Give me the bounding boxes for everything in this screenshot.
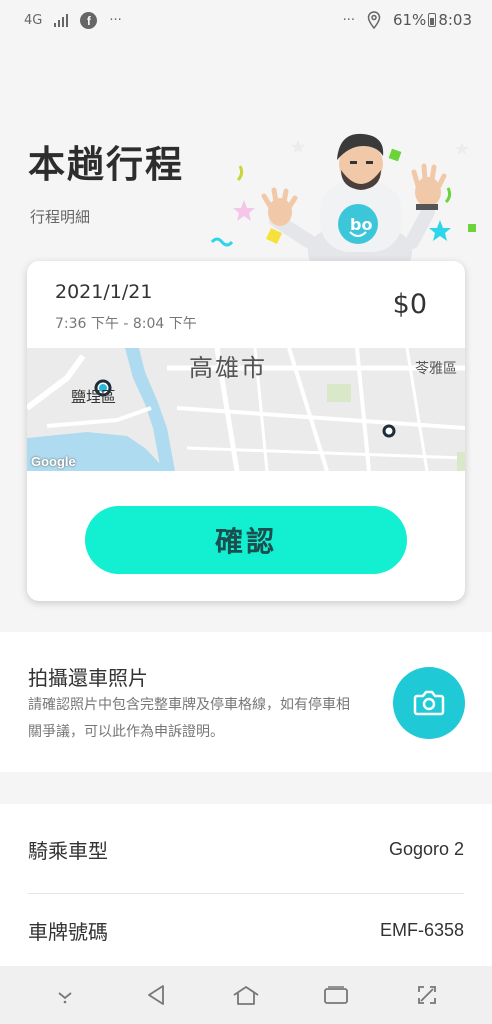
network-type: 4G: [24, 12, 43, 28]
trip-price: $0: [392, 289, 427, 320]
map-district-label: 苓雅區: [415, 361, 457, 377]
recents-icon: [324, 986, 349, 1004]
route-map[interactable]: 高雄市 苓雅區 鹽埕區 Google: [27, 348, 465, 471]
nav-recents-button[interactable]: [316, 975, 356, 1015]
system-nav-bar: [0, 966, 492, 1024]
trip-time-range: 7:36 下午 - 8:04 下午: [55, 316, 197, 332]
trip-date: 2021/1/21: [55, 281, 153, 303]
nav-rotate-button[interactable]: [407, 975, 447, 1015]
expand-icon: [417, 986, 436, 1004]
page-subtitle: 行程明細: [30, 208, 91, 226]
location-icon: [367, 11, 381, 29]
detail-label: 車牌號碼: [28, 919, 108, 944]
chevron-down-icon: [58, 992, 72, 1004]
detail-value: Gogoro 2: [388, 839, 464, 859]
return-photo-section: 拍攝還車照片 請確認照片中包含完整車牌及停車格線，如有停車相關爭議，可以此作為申…: [0, 632, 492, 772]
status-right: ··· 61% 8:03: [343, 11, 472, 29]
battery-icon: [428, 13, 437, 27]
camera-button[interactable]: [393, 667, 465, 739]
camera-icon: [413, 690, 445, 716]
map-city-label: 高雄市: [189, 354, 267, 382]
svg-text:bo: bo: [350, 215, 372, 234]
return-photo-title: 拍攝還車照片: [28, 666, 148, 690]
nav-back-button[interactable]: [136, 975, 176, 1015]
battery-group: 61% 8:03: [393, 11, 472, 29]
trip-card: 2021/1/21 7:36 下午 - 8:04 下午 $0 高雄市 苓雅區 鹽…: [27, 261, 465, 601]
detail-row-model: 騎乘車型 Gogoro 2: [28, 806, 464, 894]
status-left: 4G f ···: [24, 11, 122, 29]
ride-details: 騎乘車型 Gogoro 2 車牌號碼 EMF-6358: [0, 804, 492, 966]
nav-hide-button[interactable]: [45, 975, 85, 1015]
google-logo: Google: [31, 454, 76, 469]
clock: 8:03: [438, 11, 472, 29]
detail-row-plate: 車牌號碼 EMF-6358: [28, 895, 464, 965]
return-photo-description: 請確認照片中包含完整車牌及停車格線，如有停車相關爭議，可以此作為申訴證明。: [28, 697, 350, 740]
facebook-icon: f: [80, 11, 98, 29]
back-icon: [147, 985, 164, 1005]
home-icon: [233, 986, 259, 1005]
battery-percent: 61%: [392, 11, 427, 29]
map-district-label-left: 鹽埕區: [71, 388, 117, 406]
more-status: ···: [342, 12, 355, 28]
detail-label: 騎乘車型: [28, 839, 108, 863]
more-notifications: ···: [109, 12, 122, 28]
nav-home-button[interactable]: [226, 975, 266, 1015]
status-bar: 4G f ··· ··· 61% 8:03: [0, 0, 492, 40]
page-title: 本趟行程: [28, 143, 184, 186]
detail-value: EMF-6358: [379, 919, 464, 940]
confirm-button[interactable]: 確認: [85, 506, 407, 574]
celebration-illustration: bo: [210, 133, 476, 270]
signal-icon: [54, 13, 69, 27]
